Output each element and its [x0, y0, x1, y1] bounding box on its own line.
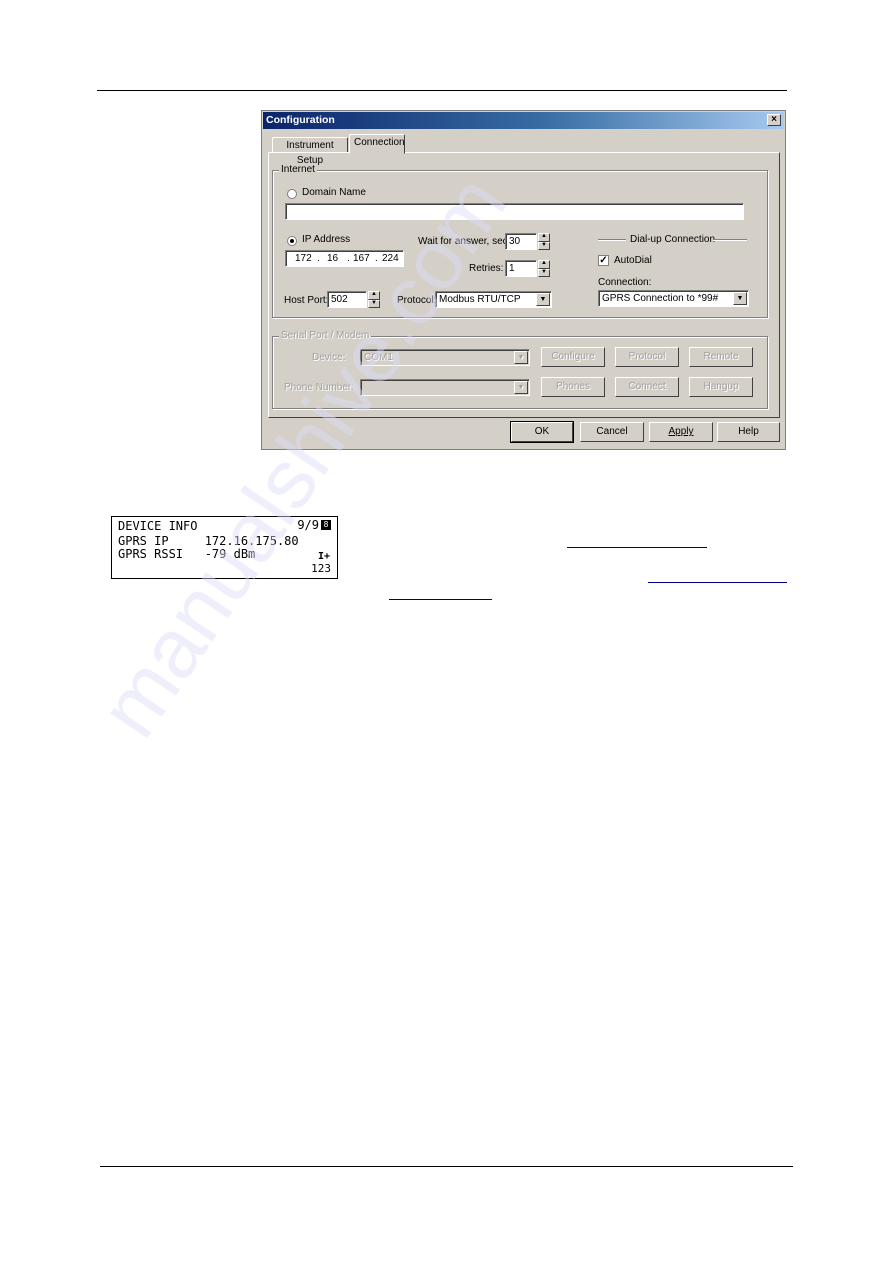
protocol-select[interactable]: Modbus RTU/TCP ▼ — [435, 291, 552, 308]
dropdown-arrow-icon[interactable]: ▼ — [514, 351, 528, 364]
retries-input[interactable]: 1 — [505, 260, 537, 277]
wait-for-answer-spinner[interactable]: ▲ ▼ — [538, 233, 550, 250]
serial-port-group: Serial Port / Modem Device: COM1 ▼ Phone… — [272, 330, 768, 409]
spin-down-icon[interactable]: ▼ — [538, 241, 550, 250]
device-select[interactable]: COM1 ▼ — [360, 349, 530, 366]
ip-octet-2: 16 — [327, 253, 339, 264]
ip-address-label: IP Address — [302, 234, 351, 245]
configuration-dialog: Configuration × Instrument Setup Connect… — [261, 110, 786, 450]
retries-label: Retries: — [469, 263, 504, 274]
dialog-title: Configuration — [266, 114, 335, 126]
host-port-input[interactable]: 502 — [327, 291, 367, 308]
protocol-label: Protocol: — [397, 295, 437, 306]
host-port-label: Host Port: — [284, 295, 329, 306]
lcd-line-gprs-ip: GPRS IP 172.16.175.80 — [118, 534, 299, 548]
spin-down-icon[interactable]: ▼ — [368, 299, 380, 308]
remote-button[interactable]: Remote — [689, 347, 753, 367]
ok-button[interactable]: OK — [510, 421, 574, 443]
tab-connection[interactable]: Connection — [349, 134, 405, 154]
lcd-number: 123 — [311, 562, 331, 575]
lcd-page-icon: 8 — [321, 520, 331, 530]
wait-for-answer-label: Wait for answer, sec: — [418, 236, 511, 247]
wait-for-answer-input[interactable]: 30 — [505, 233, 537, 250]
hyperlink-underline[interactable] — [648, 582, 787, 583]
domain-name-input[interactable] — [285, 203, 744, 220]
phone-number-label: Phone Number: — [284, 382, 355, 393]
cancel-button[interactable]: Cancel — [580, 422, 644, 442]
tab-instrument-setup[interactable]: Instrument Setup — [272, 137, 348, 166]
ip-octet-3: 167 — [353, 253, 370, 264]
host-port-spinner[interactable]: ▲ ▼ — [368, 291, 380, 308]
lcd-title: DEVICE INFO — [118, 519, 198, 533]
phone-number-select[interactable]: ▼ — [360, 379, 530, 396]
retries-spinner[interactable]: ▲ ▼ — [538, 260, 550, 277]
footer-rule — [100, 1166, 793, 1167]
serial-port-group-label: Serial Port / Modem — [279, 330, 372, 341]
hangup-button[interactable]: Hangup — [689, 377, 753, 397]
dialup-separator-right — [713, 239, 747, 241]
check-icon: ✓ — [599, 255, 608, 266]
spin-up-icon[interactable]: ▲ — [368, 291, 380, 300]
domain-name-radio[interactable] — [287, 189, 297, 199]
domain-name-label: Domain Name — [302, 187, 366, 198]
close-icon: × — [771, 114, 777, 125]
header-rule — [97, 90, 787, 91]
spin-down-icon[interactable]: ▼ — [538, 268, 550, 277]
ip-octet-1: 172 — [295, 253, 312, 264]
connect-button[interactable]: Connect — [615, 377, 679, 397]
internet-group: Internet Domain Name IP Address 172 . 16… — [272, 164, 768, 318]
ip-address-radio[interactable] — [287, 236, 297, 246]
lcd-display: DEVICE INFO 9/9 8 GPRS IP 172.16.175.80 … — [111, 516, 338, 579]
configure-button[interactable]: Configure — [541, 347, 605, 367]
ip-address-input[interactable]: 172 . 16 . 167 . 224 — [285, 250, 404, 267]
help-button[interactable]: Help — [717, 422, 780, 442]
lcd-page: 9/9 — [297, 518, 319, 532]
autodial-checkbox[interactable]: ✓ — [598, 255, 609, 266]
dropdown-arrow-icon[interactable]: ▼ — [733, 292, 747, 305]
connection-select[interactable]: GPRS Connection to *99# ▼ — [598, 290, 749, 307]
ip-octet-4: 224 — [382, 253, 399, 264]
lcd-line-gprs-rssi: GPRS RSSI -79 dBm — [118, 547, 256, 561]
spin-up-icon[interactable]: ▲ — [538, 260, 550, 269]
dropdown-arrow-icon[interactable]: ▼ — [536, 293, 550, 306]
protocol-button[interactable]: Protocol — [615, 347, 679, 367]
close-button[interactable]: × — [767, 114, 781, 126]
autodial-label: AutoDial — [614, 255, 652, 266]
hyperlink-underline[interactable] — [389, 599, 492, 600]
dialup-connection-label: Dial-up Connection — [630, 234, 716, 245]
device-label: Device: — [312, 352, 346, 363]
title-bar[interactable]: Configuration × — [263, 112, 784, 129]
internet-group-label: Internet — [279, 164, 317, 175]
dialup-separator-left — [598, 239, 626, 241]
dropdown-arrow-icon[interactable]: ▼ — [514, 381, 528, 394]
spin-up-icon[interactable]: ▲ — [538, 233, 550, 242]
hyperlink-underline[interactable] — [567, 547, 707, 548]
connection-label: Connection: — [598, 277, 652, 288]
phones-button[interactable]: Phones — [541, 377, 605, 397]
apply-button[interactable]: Apply — [649, 422, 713, 442]
